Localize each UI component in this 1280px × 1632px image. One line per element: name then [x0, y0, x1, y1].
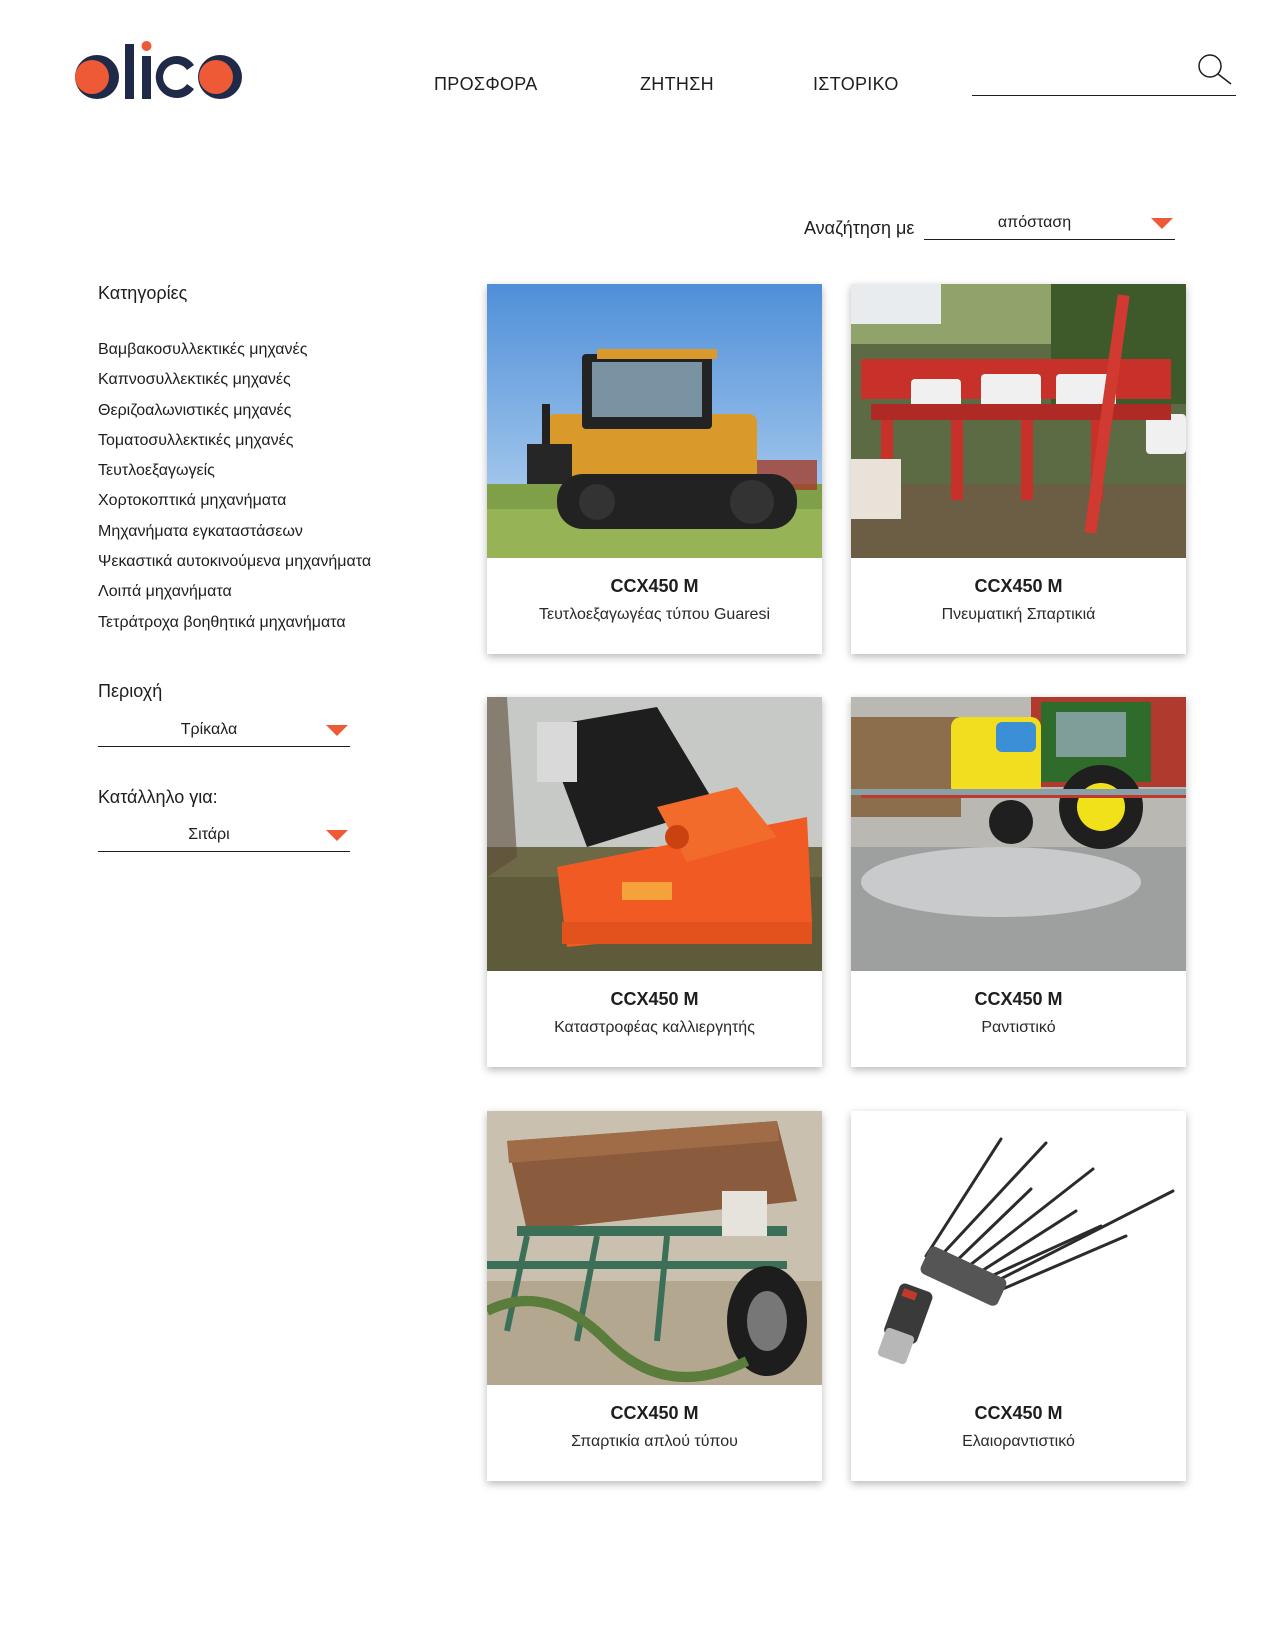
nav-offer[interactable]: ΠΡΟΣΦΟΡΑ: [434, 74, 538, 95]
categories-heading: Κατηγορίες: [98, 283, 188, 303]
product-subtitle: Ελαιοραντιστικό: [962, 1433, 1075, 1450]
product-card[interactable]: CCX450 M Τευτλοεξαγωγέας τύπου Guaresi: [487, 284, 822, 654]
category-item[interactable]: Τοματοσυλλεκτικές μηχανές: [98, 426, 371, 456]
category-item[interactable]: Τετράτροχα βοηθητικά μηχανήματα: [98, 608, 371, 638]
suitable-select[interactable]: Σιτάρι: [98, 822, 350, 852]
region-selected-value: Τρίκαλα: [180, 721, 238, 738]
product-card[interactable]: CCX450 M Καταστροφέας καλλιεργητής: [487, 697, 822, 1067]
product-subtitle: Πνευματική Σπαρτικιά: [941, 606, 1096, 623]
category-item[interactable]: Τευτλοεξαγωγείς: [98, 456, 371, 486]
category-item[interactable]: Βαμβακοσυλλεκτικές μηχανές: [98, 335, 371, 365]
product-title: CCX450 M: [610, 989, 699, 1009]
olive-harvester-tool-image: [851, 1111, 1186, 1385]
category-item[interactable]: Λοιπά μηχανήματα: [98, 577, 371, 607]
category-item[interactable]: Θεριζοαλωνιστικές μηχανές: [98, 396, 371, 426]
suitable-heading: Κατάλληλο για:: [98, 787, 218, 807]
product-title: CCX450 M: [974, 989, 1063, 1009]
product-card[interactable]: CCX450 M Ραντιστικό: [851, 697, 1186, 1067]
old-seed-drill-image: [487, 1111, 822, 1385]
product-title: CCX450 M: [974, 576, 1063, 596]
product-subtitle: Σπαρτικία απλού τύπου: [571, 1433, 738, 1450]
product-card[interactable]: CCX450 M Πνευματική Σπαρτικιά: [851, 284, 1186, 654]
region-heading: Περιοχή: [98, 681, 163, 701]
category-item[interactable]: Καπνοσυλλεκτικές μηχανές: [98, 365, 371, 395]
search-icon[interactable]: [1194, 52, 1234, 88]
suitable-selected-value: Σιτάρι: [188, 826, 230, 843]
chevron-down-icon: [326, 830, 348, 841]
tractor-sprayer-image: [851, 697, 1186, 971]
chevron-down-icon: [1151, 218, 1173, 229]
sort-selected-value: απόσταση: [997, 214, 1072, 231]
product-subtitle: Τευτλοεξαγωγέας τύπου Guaresi: [538, 606, 771, 623]
product-title: CCX450 M: [974, 1403, 1063, 1423]
product-title: CCX450 M: [610, 1403, 699, 1423]
product-subtitle: Καταστροφέας καλλιεργητής: [554, 1019, 755, 1036]
olico-logo[interactable]: [70, 38, 250, 108]
sort-select[interactable]: απόσταση: [924, 210, 1175, 240]
category-item[interactable]: Ψεκαστικά αυτοκινούμενα μηχανήματα: [98, 547, 371, 577]
category-item[interactable]: Χορτοκοπτικά μηχανήματα: [98, 486, 371, 516]
product-title: CCX450 M: [610, 576, 699, 596]
category-item[interactable]: Μηχανήματα εγκαταστάσεων: [98, 517, 371, 547]
category-list: Βαμβακοσυλλεκτικές μηχανές Καπνοσυλλεκτι…: [98, 335, 371, 638]
product-card[interactable]: CCX450 M Σπαρτικία απλού τύπου: [487, 1111, 822, 1481]
nav-demand[interactable]: ΖΗΤΗΣΗ: [640, 74, 714, 95]
region-select[interactable]: Τρίκαλα: [98, 717, 350, 747]
sort-label: Αναζήτηση με: [804, 218, 915, 238]
pneumatic-seeder-image: [851, 284, 1186, 558]
search-bar: [972, 48, 1236, 96]
orange-mulcher-image: [487, 697, 822, 971]
nav-history[interactable]: ΙΣΤΟΡΙΚΟ: [813, 74, 899, 95]
chevron-down-icon: [326, 725, 348, 736]
product-card[interactable]: CCX450 M Ελαιοραντιστικό: [851, 1111, 1186, 1481]
product-subtitle: Ραντιστικό: [981, 1019, 1056, 1036]
tracked-tractor-image: [487, 284, 822, 558]
